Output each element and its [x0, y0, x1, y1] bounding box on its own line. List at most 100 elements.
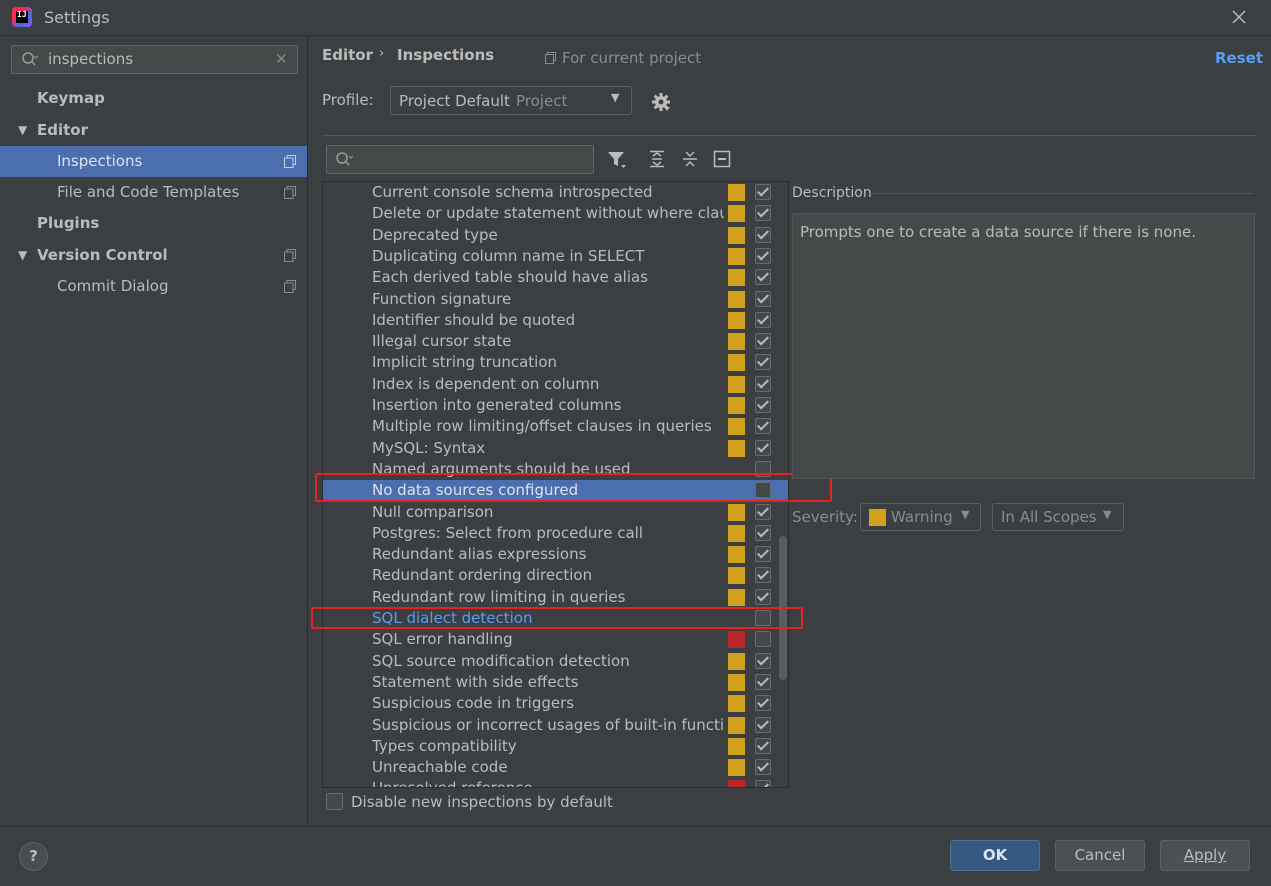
- inspection-name: Multiple row limiting/offset clauses in …: [372, 417, 712, 436]
- severity-dropdown[interactable]: Warning ▼: [860, 503, 981, 531]
- reset-link[interactable]: Reset: [1215, 49, 1263, 67]
- inspection-row[interactable]: Null comparison: [323, 502, 788, 523]
- reset-to-default-icon[interactable]: [713, 150, 731, 168]
- search-icon: [22, 52, 39, 66]
- inspection-row[interactable]: Multiple row limiting/offset clauses in …: [323, 416, 788, 437]
- profile-scope: Project: [516, 92, 568, 110]
- inspection-row[interactable]: Delete or update statement without where…: [323, 203, 788, 224]
- inspection-row[interactable]: Unreachable code: [323, 757, 788, 778]
- disable-new-inspections-label[interactable]: Disable new inspections by default: [351, 793, 613, 811]
- help-button[interactable]: ?: [19, 842, 48, 871]
- profile-dropdown[interactable]: Project Default Project ▼: [390, 86, 632, 115]
- sidebar-item-inspections[interactable]: Inspections: [0, 146, 307, 177]
- inspection-enabled-checkbox[interactable]: [755, 269, 771, 286]
- inspection-enabled-checkbox[interactable]: [755, 247, 771, 264]
- inspection-row[interactable]: Index is dependent on column: [323, 374, 788, 395]
- description-text: Prompts one to create a data source if t…: [800, 223, 1196, 241]
- cancel-button[interactable]: Cancel: [1055, 840, 1145, 871]
- inspection-enabled-checkbox[interactable]: [755, 652, 771, 669]
- inspection-row[interactable]: Function signature: [323, 289, 788, 310]
- warning-severity-icon: [728, 439, 745, 457]
- inspection-enabled-checkbox[interactable]: [755, 354, 771, 371]
- sidebar-item-commit-dialog[interactable]: Commit Dialog: [0, 271, 307, 302]
- sidebar-item-version-control[interactable]: ▼ Version Control: [0, 240, 307, 271]
- inspection-row[interactable]: SQL source modification detection: [323, 651, 788, 672]
- inspection-enabled-checkbox[interactable]: [755, 290, 771, 307]
- inspection-row[interactable]: Suspicious code in triggers: [323, 693, 788, 714]
- inspection-enabled-checkbox[interactable]: [755, 546, 771, 563]
- inspection-row[interactable]: Current console schema introspected: [323, 182, 788, 203]
- inspection-enabled-checkbox[interactable]: [755, 524, 771, 541]
- inspection-enabled-checkbox[interactable]: [755, 226, 771, 243]
- inspection-enabled-checkbox[interactable]: [755, 567, 771, 584]
- inspection-row[interactable]: Unresolved reference: [323, 778, 788, 787]
- warning-severity-icon: [728, 546, 745, 564]
- warning-severity-icon: [728, 759, 745, 777]
- sidebar-item-file-and-code-templates[interactable]: File and Code Templates: [0, 177, 307, 208]
- inspection-row[interactable]: Suspicious or incorrect usages of built-…: [323, 715, 788, 736]
- sidebar-item-label: Version Control: [37, 246, 168, 264]
- warning-severity-icon: [728, 716, 745, 734]
- inspection-enabled-checkbox[interactable]: [755, 695, 771, 712]
- sidebar-item-editor[interactable]: ▼ Editor: [0, 115, 307, 146]
- inspection-enabled-checkbox[interactable]: [755, 439, 771, 456]
- project-scope-icon: [284, 186, 296, 199]
- inspection-enabled-checkbox[interactable]: [755, 333, 771, 350]
- inspection-enabled-checkbox[interactable]: [755, 716, 771, 733]
- inspection-enabled-checkbox[interactable]: [755, 631, 771, 648]
- sidebar-item-plugins[interactable]: Plugins: [0, 208, 307, 239]
- warning-severity-icon: [728, 184, 745, 201]
- inspection-enabled-checkbox[interactable]: [755, 311, 771, 328]
- inspection-filter-search[interactable]: [326, 145, 594, 174]
- breadcrumb-editor[interactable]: Editor: [322, 46, 373, 64]
- inspection-row[interactable]: Redundant ordering direction: [323, 565, 788, 586]
- inspection-row[interactable]: Postgres: Select from procedure call: [323, 523, 788, 544]
- collapse-all-icon[interactable]: [681, 150, 699, 168]
- inspection-row[interactable]: SQL error handling: [323, 629, 788, 650]
- filter-icon[interactable]: [607, 150, 627, 170]
- sidebar-item-label: File and Code Templates: [57, 183, 240, 201]
- ok-button[interactable]: OK: [950, 840, 1040, 871]
- close-icon[interactable]: [1228, 6, 1250, 28]
- inspection-row[interactable]: Types compatibility: [323, 736, 788, 757]
- sidebar-item-keymap[interactable]: Keymap: [0, 83, 307, 114]
- chevron-down-icon: ▼: [961, 508, 970, 521]
- settings-search-box[interactable]: ✕: [11, 45, 298, 74]
- inspection-row[interactable]: Duplicating column name in SELECT: [323, 246, 788, 267]
- inspection-row[interactable]: Illegal cursor state: [323, 331, 788, 352]
- apply-button[interactable]: Apply: [1160, 840, 1250, 871]
- warning-severity-icon: [869, 509, 886, 526]
- inspection-row[interactable]: Insertion into generated columns: [323, 395, 788, 416]
- disable-new-inspections-checkbox[interactable]: [326, 793, 343, 810]
- inspection-row[interactable]: Implicit string truncation: [323, 352, 788, 373]
- expand-all-icon[interactable]: [648, 150, 666, 168]
- inspection-enabled-checkbox[interactable]: [755, 780, 771, 787]
- inspection-name: MySQL: Syntax: [372, 438, 486, 457]
- inspection-row[interactable]: Redundant row limiting in queries: [323, 587, 788, 608]
- expand-arrow-icon[interactable]: ▼: [18, 115, 27, 146]
- inspection-enabled-checkbox[interactable]: [755, 184, 771, 200]
- inspection-enabled-checkbox[interactable]: [755, 375, 771, 392]
- inspection-enabled-checkbox[interactable]: [755, 397, 771, 413]
- inspection-row[interactable]: Identifier should be quoted: [323, 310, 788, 331]
- clear-search-icon[interactable]: ✕: [275, 50, 288, 68]
- inspection-row[interactable]: MySQL: Syntax: [323, 438, 788, 459]
- inspection-enabled-checkbox[interactable]: [755, 503, 771, 520]
- app-logo-text: IJ: [17, 10, 27, 19]
- inspection-row[interactable]: Redundant alias expressions: [323, 544, 788, 565]
- inspection-row[interactable]: Each derived table should have alias: [323, 267, 788, 288]
- inspection-enabled-checkbox[interactable]: [755, 737, 771, 754]
- inspection-enabled-checkbox[interactable]: [755, 418, 771, 435]
- inspection-row[interactable]: Deprecated type: [323, 225, 788, 246]
- settings-search-input[interactable]: [48, 49, 268, 69]
- expand-arrow-icon[interactable]: ▼: [18, 240, 27, 271]
- error-severity-icon: [728, 780, 745, 787]
- inspection-row[interactable]: Statement with side effects: [323, 672, 788, 693]
- warning-severity-icon: [728, 269, 745, 287]
- annotation-highlight-sql-dialect: [311, 607, 803, 629]
- inspection-enabled-checkbox[interactable]: [755, 759, 771, 776]
- scope-dropdown[interactable]: In All Scopes ▼: [992, 503, 1124, 531]
- inspection-enabled-checkbox[interactable]: [755, 588, 771, 605]
- inspection-enabled-checkbox[interactable]: [755, 673, 771, 690]
- inspection-enabled-checkbox[interactable]: [755, 205, 771, 222]
